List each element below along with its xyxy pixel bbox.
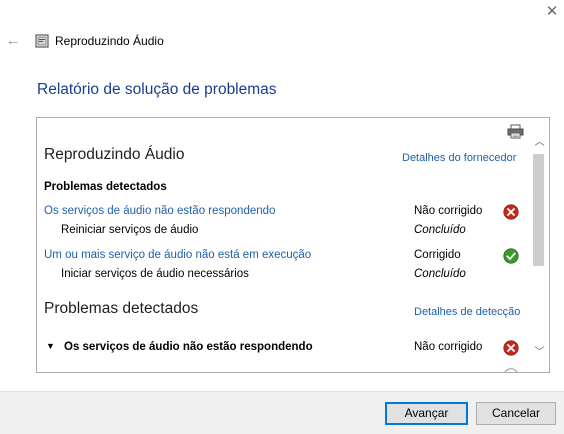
scroll-thumb[interactable] [533, 154, 544, 266]
close-icon: ✕ [545, 3, 559, 20]
detection-details-link[interactable]: Detalhes de detecção [414, 306, 520, 318]
scroll-up-icon[interactable]: ︿ [530, 134, 549, 151]
error-icon [503, 204, 519, 220]
partially-hidden-status-icon [504, 368, 518, 372]
problems-detected-heading: Problemas detectados [44, 181, 167, 193]
issue-status: Corrigido [414, 249, 461, 261]
issue-status: Não corrigido [414, 205, 483, 217]
check-icon [503, 248, 519, 264]
window-title: Reproduzindo Áudio [55, 34, 164, 48]
issue-status: Não corrigido [414, 341, 483, 353]
printer-icon[interactable] [507, 124, 524, 139]
section-title-problems-detected: Problemas detectados [44, 300, 199, 317]
issue-link-service-not-running[interactable]: Um ou mais serviço de áudio não está em … [44, 249, 311, 261]
error-icon [503, 340, 519, 356]
scroll-down-icon[interactable]: ﹀ [530, 344, 549, 361]
action-status: Concluído [414, 268, 466, 280]
back-button[interactable]: ← [4, 32, 22, 50]
publisher-details-link[interactable]: Detalhes do fornecedor [402, 152, 516, 164]
close-button[interactable]: ✕ [542, 3, 562, 21]
section-title-playing-audio: Reproduzindo Áudio [44, 146, 185, 163]
cancel-button[interactable]: Cancelar [476, 402, 556, 425]
next-button[interactable]: Avançar [385, 402, 468, 425]
action-start-required-services: Iniciar serviços de áudio necessários [61, 268, 249, 280]
page-title: Relatório de solução de problemas [37, 81, 277, 98]
collapse-triangle-icon[interactable]: ▼ [46, 341, 55, 351]
vertical-scrollbar[interactable]: ︿ ﹀ [530, 118, 549, 372]
back-arrow-icon: ← [5, 32, 21, 49]
footer-bar: Avançar Cancelar [0, 391, 564, 434]
issue-link-services-not-responding[interactable]: Os serviços de áudio não estão responden… [44, 205, 275, 217]
action-status: Concluído [414, 224, 466, 236]
issue-detail-services-not-responding[interactable]: Os serviços de áudio não estão responden… [64, 341, 313, 353]
report-panel[interactable]: Reproduzindo Áudio Detalhes do fornecedo… [36, 117, 550, 373]
troubleshooter-icon [35, 34, 49, 48]
action-restart-services: Reiniciar serviços de áudio [61, 224, 199, 236]
